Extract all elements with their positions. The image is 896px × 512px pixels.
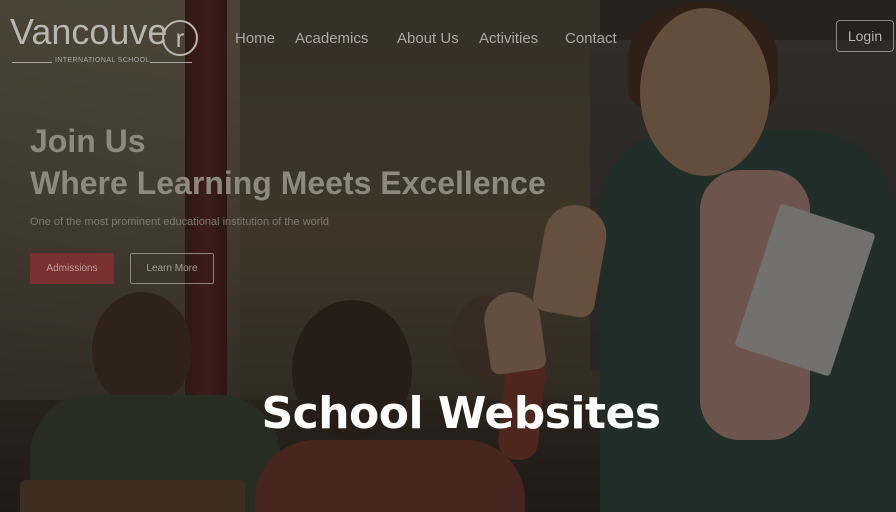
caption-title: School Websites bbox=[261, 388, 661, 439]
hero-section: Join Us Where Learning Meets Excellence … bbox=[30, 120, 546, 228]
site-header: Vancouve r INTERNATIONAL SCHOOL Home Aca… bbox=[0, 0, 896, 76]
school-logo[interactable]: Vancouve r INTERNATIONAL SCHOOL bbox=[10, 10, 200, 64]
nav-about-us[interactable]: About Us bbox=[397, 30, 459, 47]
hero-title-line1: Join Us bbox=[30, 123, 146, 159]
logo-wordmark: Vancouve bbox=[10, 11, 168, 52]
hero-title-line2: Where Learning Meets Excellence bbox=[30, 165, 546, 201]
hero-subtitle: One of the most prominent educational in… bbox=[30, 216, 330, 228]
admissions-button[interactable]: Admissions bbox=[30, 253, 114, 284]
nav-activities[interactable]: Activities bbox=[479, 30, 538, 47]
learn-more-button[interactable]: Learn More bbox=[130, 253, 214, 284]
logo-divider-left bbox=[12, 62, 52, 63]
logo-divider-right bbox=[150, 62, 192, 63]
logo-badge: r bbox=[162, 20, 198, 56]
login-button[interactable]: Login bbox=[836, 20, 894, 52]
logo-tagline: INTERNATIONAL SCHOOL bbox=[55, 57, 150, 64]
nav-contact[interactable]: Contact bbox=[565, 30, 617, 47]
nav-academics[interactable]: Academics bbox=[295, 30, 368, 47]
nav-home[interactable]: Home bbox=[235, 30, 275, 47]
